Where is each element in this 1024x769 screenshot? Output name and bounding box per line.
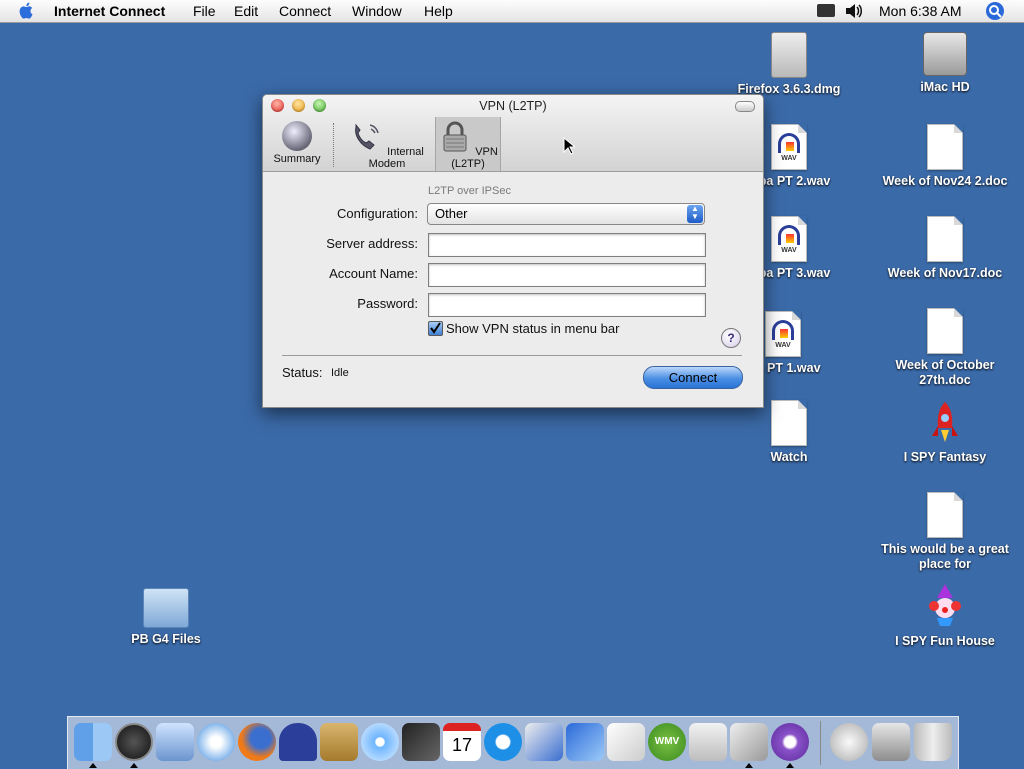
toolbar-toggle-icon[interactable] (735, 101, 755, 112)
audacity-icon[interactable] (279, 723, 317, 761)
document-icon (771, 400, 807, 446)
section-subtitle: L2TP over IPSec (428, 185, 511, 197)
volume-icon[interactable] (845, 3, 863, 19)
quicktime-icon[interactable] (484, 723, 522, 761)
preview-icon[interactable] (525, 723, 563, 761)
desktop-icon-imac-hd[interactable]: iMac HD (870, 32, 1020, 95)
finder-icon[interactable] (74, 723, 112, 761)
account-name-label: Account Name: (329, 266, 418, 281)
app-menu[interactable]: Internet Connect (54, 3, 165, 19)
system-prefs-display-icon[interactable] (566, 723, 604, 761)
itunes-icon[interactable] (361, 723, 399, 761)
clown-icon (929, 584, 961, 626)
running-indicator (130, 763, 138, 768)
wav-file-icon: WAV (771, 124, 807, 170)
vpn-status-icon[interactable] (817, 4, 835, 17)
show-vpn-status-label[interactable]: Show VPN status in menu bar (446, 321, 619, 336)
menu-connect[interactable]: Connect (279, 3, 331, 19)
password-input[interactable] (428, 293, 706, 317)
hard-drive-dock-icon[interactable] (872, 723, 910, 761)
trash-icon[interactable] (914, 723, 952, 761)
apple-menu-icon[interactable] (18, 1, 36, 20)
wmv-player-icon[interactable]: WMV (648, 723, 686, 761)
status-value: Idle (331, 367, 349, 379)
desktop-icon-ispy-fantasy[interactable]: I SPY Fantasy (870, 400, 1020, 465)
tab-internal-modem[interactable]: Internal Modem (341, 117, 433, 171)
menu-edit[interactable]: Edit (234, 3, 258, 19)
address-book-icon[interactable] (320, 723, 358, 761)
hard-drive-icon (923, 32, 967, 76)
mouse-cursor-icon (563, 137, 575, 155)
wav-file-icon: WAV (765, 311, 801, 357)
account-name-input[interactable] (428, 263, 706, 287)
script-editor-icon[interactable] (730, 723, 768, 761)
server-address-label: Server address: (326, 236, 418, 251)
dock-separator (820, 721, 821, 765)
divider (282, 355, 742, 356)
spotlight-icon[interactable] (986, 2, 1004, 20)
running-indicator (745, 763, 753, 768)
document-icon (927, 216, 963, 262)
menu-help[interactable]: Help (424, 3, 453, 19)
configuration-value: Other (435, 206, 468, 221)
menu-bar: Internet Connect File Edit Connect Windo… (0, 0, 1024, 23)
imovie-icon[interactable] (402, 723, 440, 761)
disk-image-icon (771, 32, 807, 78)
lock-icon (443, 121, 467, 152)
configuration-select[interactable]: Other ▲ ▼ (427, 203, 705, 225)
tab-vpn-l2tp[interactable]: VPN (L2TP) (435, 117, 501, 171)
menu-file[interactable]: File (193, 3, 216, 19)
menu-clock[interactable]: Mon 6:38 AM (879, 3, 962, 19)
popup-arrows-icon: ▲ ▼ (687, 205, 703, 223)
system-preferences-icon[interactable] (689, 723, 727, 761)
rocket-icon (932, 402, 958, 442)
phone-icon (355, 123, 379, 150)
mail-icon[interactable] (156, 723, 194, 761)
running-indicator (786, 763, 794, 768)
desktop-icon-great-place[interactable]: This would be a great place for (870, 492, 1020, 572)
desktop-icon-watch[interactable]: Watch (714, 400, 864, 465)
vpn-window: VPN (L2TP) Summary Internal Modem VPN (L… (262, 94, 764, 408)
internet-connect-icon[interactable] (771, 723, 809, 761)
status-label: Status: (282, 365, 323, 380)
wav-file-icon: WAV (771, 216, 807, 262)
desktop-icon-week-nov17[interactable]: Week of Nov17.doc (870, 216, 1020, 281)
desktop-icon-ispy-funhouse[interactable]: I SPY Fun House (870, 584, 1020, 649)
password-label: Password: (357, 296, 418, 311)
email-at-icon[interactable] (830, 723, 868, 761)
configuration-label: Configuration: (337, 206, 418, 221)
desktop-icon-pb-g4-files[interactable]: PB G4 Files (91, 584, 241, 647)
globe-icon (282, 121, 312, 151)
running-indicator (89, 763, 97, 768)
connect-button[interactable]: Connect (643, 366, 743, 389)
window-titlebar[interactable]: VPN (L2TP) Summary Internal Modem VPN (L… (263, 95, 763, 172)
toolbar-separator (333, 123, 334, 167)
menu-window[interactable]: Window (352, 3, 402, 19)
document-icon (927, 308, 963, 354)
document-icon (927, 492, 963, 538)
folder-icon (143, 588, 189, 628)
safari-icon[interactable] (197, 723, 235, 761)
window-title: VPN (L2TP) (479, 99, 547, 113)
tab-summary[interactable]: Summary (266, 117, 328, 171)
checkmark-icon (430, 322, 441, 334)
desktop-icon-week-oct27[interactable]: Week of October 27th.doc (870, 308, 1020, 388)
document-icon (927, 124, 963, 170)
show-vpn-status-checkbox[interactable] (428, 321, 443, 336)
desktop-icon-week-nov24[interactable]: Week of Nov24 2.doc (870, 124, 1020, 189)
server-address-input[interactable] (428, 233, 706, 257)
ical-icon[interactable]: 17 (443, 723, 481, 761)
dock: 17 WMV (67, 716, 959, 769)
help-button[interactable]: ? (721, 328, 741, 348)
dashboard-icon[interactable] (115, 723, 153, 761)
textedit-icon[interactable] (607, 723, 645, 761)
firefox-icon[interactable] (238, 723, 276, 761)
desktop-icon-firefox-dmg[interactable]: Firefox 3.6.3.dmg (714, 32, 864, 97)
